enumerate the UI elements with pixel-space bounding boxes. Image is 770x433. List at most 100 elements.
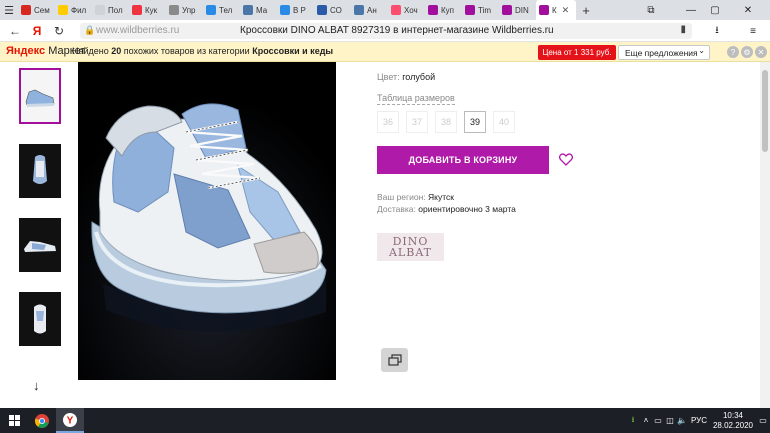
url-host: www.wildberries.ru xyxy=(96,25,180,36)
size-option[interactable]: 40 xyxy=(493,111,515,133)
text-prefix: Найдено xyxy=(72,46,112,56)
clock[interactable]: 10:34 28.02.2020 xyxy=(710,411,756,431)
browser-tab[interactable]: Tim xyxy=(462,0,499,20)
color-value: голубой xyxy=(402,72,436,82)
scrollbar-thumb[interactable] xyxy=(762,70,768,152)
thumbnail-4[interactable] xyxy=(19,292,61,346)
hidden-icons-chevron-icon[interactable]: ˄ xyxy=(640,416,652,425)
tabs-menu-icon[interactable]: ☰ xyxy=(0,0,18,21)
chrome-taskbar-icon[interactable] xyxy=(28,408,56,433)
delivery-value: ориентировочно 3 марта xyxy=(418,204,516,214)
logo-yandex: Яндекс xyxy=(6,45,46,57)
thumbnail-1[interactable] xyxy=(19,68,61,124)
browser-tab[interactable]: СО xyxy=(314,0,351,20)
url-field[interactable]: 🔒 www.wildberries.ru Кроссовки DINO ALBA… xyxy=(80,23,692,39)
tab-label: Куп xyxy=(441,5,454,15)
close-icon[interactable]: ✕ xyxy=(755,46,767,58)
browser-tab[interactable]: DIN xyxy=(499,0,536,20)
size-option[interactable]: 36 xyxy=(377,111,399,133)
similar-products-text[interactable]: Найдено 20 похожих товаров из категории … xyxy=(72,46,333,56)
tab-label: Ан xyxy=(367,5,377,15)
heart-icon xyxy=(559,152,573,166)
notifications-icon[interactable]: ▭ xyxy=(756,416,770,425)
tab-favicon-icon xyxy=(502,5,512,15)
thumbnail-3[interactable] xyxy=(19,218,61,272)
tab-label: Сем xyxy=(34,5,50,15)
close-tab-icon[interactable]: ✕ xyxy=(562,5,570,16)
yandex-browser-taskbar-icon[interactable]: Y xyxy=(56,408,84,433)
volume-icon[interactable]: 🔈 xyxy=(676,416,688,425)
page-title: Кроссовки DINO ALBAT 8927319 в интернет-… xyxy=(240,25,554,36)
tab-label: Тел xyxy=(219,5,233,15)
bookmark-icon[interactable]: ▮ xyxy=(680,24,686,35)
thumbnails-down-arrow-icon[interactable]: ↓ xyxy=(33,378,40,393)
sneaker-image xyxy=(78,62,336,380)
product-main-image[interactable] xyxy=(78,62,408,380)
price-badge[interactable]: Цена от 1 331 руб. xyxy=(538,45,616,60)
tab-favicon-icon xyxy=(539,5,549,15)
chevron-down-icon: ⌄ xyxy=(698,46,705,55)
category-name: Кроссовки и кеды xyxy=(252,46,334,56)
start-button[interactable] xyxy=(0,408,28,433)
browser-tab[interactable]: Хоч xyxy=(388,0,425,20)
browser-tab[interactable]: Фил xyxy=(55,0,92,20)
brand-logo[interactable]: DINO ALBAT xyxy=(377,233,444,261)
settings-icon[interactable]: ⚙ xyxy=(741,46,753,58)
color-row: Цвет: голубой xyxy=(377,72,435,82)
fullscreen-button[interactable] xyxy=(381,348,408,372)
page-scrollbar[interactable] xyxy=(760,62,770,408)
tab-favicon-icon xyxy=(58,5,68,15)
tab-favicon-icon xyxy=(280,5,290,15)
shoe-thumbnail-icon xyxy=(34,304,46,334)
region-row: Ваш регион: Якутск xyxy=(377,192,454,202)
battery-icon[interactable]: ▭ xyxy=(652,416,664,425)
add-to-cart-button[interactable]: ДОБАВИТЬ В КОРЗИНУ xyxy=(377,146,549,174)
menu-icon[interactable]: ≡ xyxy=(742,21,764,41)
yandex-home-icon[interactable]: Я xyxy=(26,20,48,42)
network-icon[interactable]: ◫ xyxy=(664,416,676,425)
browser-tab[interactable]: Ан xyxy=(351,0,388,20)
region-value[interactable]: Якутск xyxy=(428,192,454,202)
tab-label: Tim xyxy=(478,5,492,15)
size-option[interactable]: 39 xyxy=(464,111,486,133)
minimize-button[interactable]: — xyxy=(680,0,702,20)
download-tray-icon[interactable]: ⭳ xyxy=(626,414,640,428)
language-indicator[interactable]: РУС xyxy=(688,416,710,425)
more-offers-label: Еще предложения xyxy=(625,47,698,58)
browser-tab[interactable]: Сем xyxy=(18,0,55,20)
browser-tab[interactable]: Кук xyxy=(129,0,166,20)
favorite-button[interactable] xyxy=(557,148,575,170)
tab-label: Кук xyxy=(145,5,158,15)
browser-tab[interactable]: Ма xyxy=(240,0,277,20)
size-option[interactable]: 37 xyxy=(406,111,428,133)
tab-favicon-icon xyxy=(465,5,475,15)
tab-label: Пол xyxy=(108,5,123,15)
tab-favicon-icon xyxy=(317,5,327,15)
close-window-button[interactable]: ✕ xyxy=(728,0,768,20)
reload-icon[interactable]: ↻ xyxy=(48,20,70,42)
back-button[interactable]: ← xyxy=(4,20,26,42)
lock-icon: 🔒 xyxy=(84,25,96,35)
new-tab-button[interactable]: + xyxy=(576,0,596,21)
browser-tab[interactable]: В Р xyxy=(277,0,314,20)
downloads-arrow-icon[interactable]: ⭳ xyxy=(706,21,728,41)
size-option[interactable]: 38 xyxy=(435,111,457,133)
clock-time: 10:34 xyxy=(722,410,744,420)
tab-label: DIN xyxy=(515,5,529,15)
browser-tab[interactable]: Куп xyxy=(425,0,462,20)
yandex-market-bar: Яндекс Маркет Найдено 20 похожих товаров… xyxy=(0,42,770,62)
browser-tab[interactable]: Упр xyxy=(166,0,203,20)
maximize-button[interactable]: ▢ xyxy=(704,0,726,20)
system-tray: ⭳ ˄ ▭ ◫ 🔈 РУС 10:34 28.02.2020 ▭ xyxy=(626,408,770,433)
downloads-icon[interactable]: ⧉ xyxy=(640,0,662,20)
browser-tab[interactable]: Пол xyxy=(92,0,129,20)
color-label: Цвет: xyxy=(377,72,400,82)
thumbnail-2[interactable] xyxy=(19,144,61,198)
browser-tab[interactable]: Тел xyxy=(203,0,240,20)
info-icon[interactable]: ? xyxy=(727,46,739,58)
browser-tab[interactable]: К ✕ xyxy=(536,0,576,20)
more-offers-dropdown[interactable]: Еще предложения ⌄ xyxy=(618,45,710,60)
tab-label: К xyxy=(552,5,557,15)
size-table-link[interactable]: Таблица размеров xyxy=(377,93,455,105)
chrome-icon xyxy=(35,413,49,428)
